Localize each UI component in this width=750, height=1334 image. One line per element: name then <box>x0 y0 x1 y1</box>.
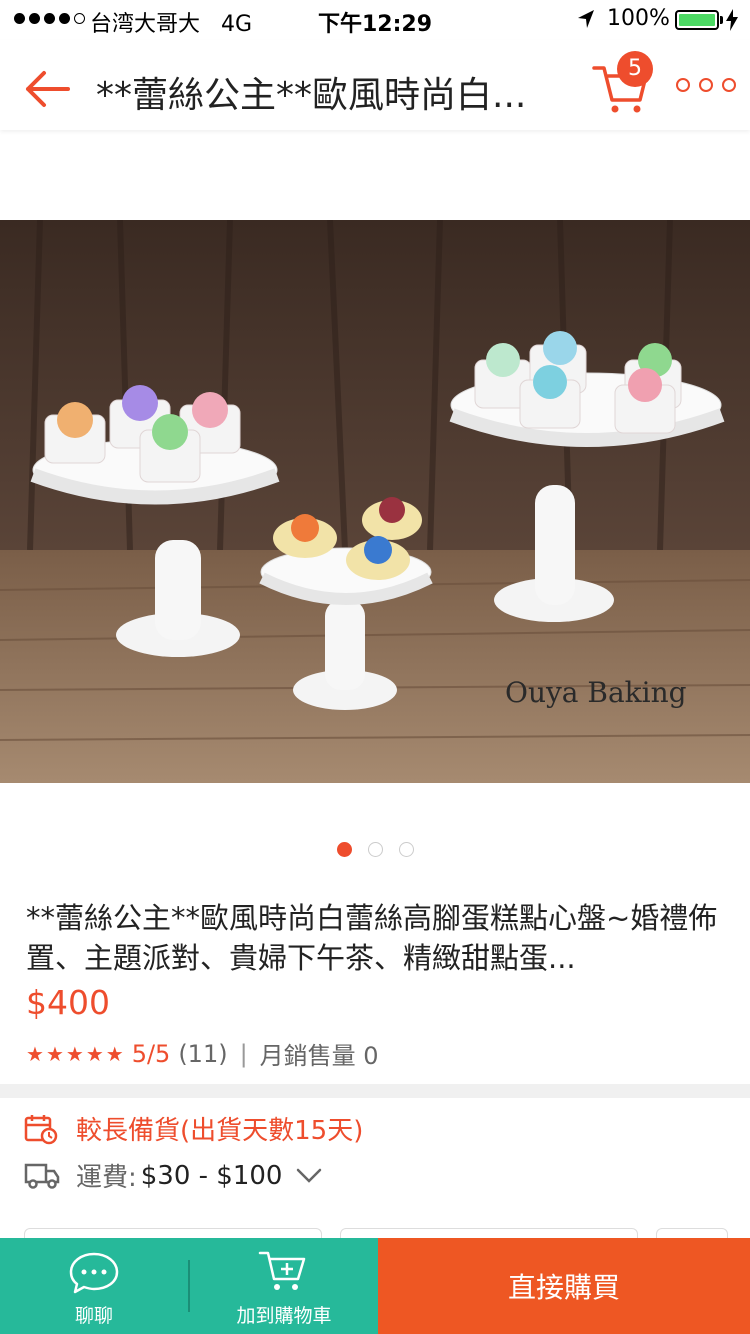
more-dot-icon <box>676 78 690 92</box>
chat-button[interactable]: 聊聊 <box>0 1238 188 1334</box>
cake-stand-photo: Ouya Baking <box>0 220 750 783</box>
more-dot-icon <box>722 78 736 92</box>
carousel-dot[interactable] <box>336 842 352 857</box>
star-icon: ★ <box>105 1041 124 1066</box>
shipping-fee-label: 運費: <box>76 1163 137 1193</box>
product-price: $400 <box>26 983 110 1022</box>
nav-title: **蕾絲公主**歐風時尚白... <box>96 75 527 116</box>
image-watermark: Ouya Baking <box>505 676 687 709</box>
add-to-cart-label: 加到購物車 <box>236 1305 332 1327</box>
chevron-down-icon[interactable] <box>296 1168 322 1184</box>
section-divider <box>0 1084 750 1098</box>
battery-icon <box>675 10 719 30</box>
rating-row[interactable]: ★ ★ ★ ★ ★ 5/5 (11) | 月銷售量 0 <box>26 1036 379 1071</box>
more-dot-icon <box>699 78 713 92</box>
nav-bar: **蕾絲公主**歐風時尚白... 5 <box>0 40 750 130</box>
battery-cap <box>720 16 723 24</box>
bottom-left-actions: 聊聊 加到購物車 <box>0 1238 378 1334</box>
calendar-clock-icon <box>24 1114 58 1144</box>
chat-label: 聊聊 <box>74 1305 113 1327</box>
product-image[interactable]: Ouya Baking <box>0 220 750 783</box>
buy-now-button[interactable]: 直接購買 <box>378 1238 750 1334</box>
star-icon: ★ <box>85 1041 104 1066</box>
prep-time-notice: 較長備貨(出貨天數15天) <box>76 1116 364 1146</box>
chat-bubble-icon <box>69 1252 119 1294</box>
add-to-cart-button[interactable]: 加到購物車 <box>190 1238 378 1334</box>
status-bar: 台湾大哥大 4G 下午12:29 100% <box>0 0 750 40</box>
prep-time-row: 較長備貨(出貨天數15天) <box>24 1110 363 1147</box>
truck-icon <box>24 1163 60 1189</box>
star-icon: ★ <box>65 1041 84 1066</box>
separator: | <box>239 1039 248 1068</box>
carousel-dot[interactable] <box>398 842 414 857</box>
shipping-fee-row[interactable]: 運費: $30 - $100 <box>24 1157 322 1194</box>
rating-stars: ★ ★ ★ ★ ★ <box>26 1044 124 1064</box>
image-carousel-dots <box>0 842 750 857</box>
back-button[interactable] <box>22 64 72 114</box>
location-arrow-icon <box>578 10 594 28</box>
star-icon: ★ <box>45 1041 64 1066</box>
product-title: **蕾絲公主**歐風時尚白蕾絲高腳蛋糕點心盤~婚禮佈置、主題派對、貴婦下午茶、精… <box>26 901 718 975</box>
add-to-cart-icon <box>258 1251 306 1290</box>
rating-score: 5/5 <box>131 1039 171 1068</box>
bottom-action-bar: 聊聊 加到購物車 直接購買 <box>0 1238 750 1334</box>
battery-percent: 100% <box>607 6 670 31</box>
charging-icon <box>726 9 738 31</box>
back-arrow-icon <box>26 71 70 107</box>
monthly-sales: 月銷售量 0 <box>259 1042 379 1070</box>
more-options-button[interactable] <box>676 78 736 92</box>
star-icon: ★ <box>26 1041 44 1066</box>
shipping-fee-value: $30 - $100 <box>140 1160 283 1191</box>
cart-count-badge: 5 <box>617 51 653 87</box>
rating-count: (11) <box>178 1039 228 1068</box>
carousel-dot[interactable] <box>367 842 383 857</box>
